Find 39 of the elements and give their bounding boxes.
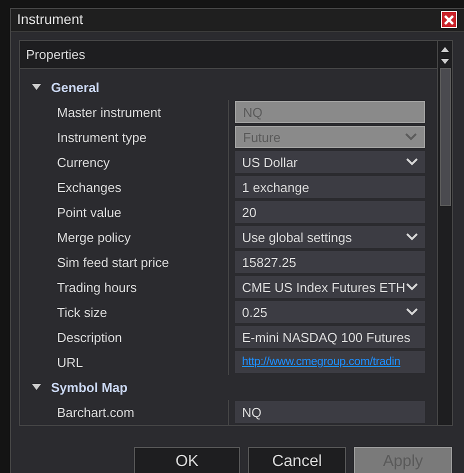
dialog-button[interactable]: Cancel — [248, 447, 346, 473]
property-label: Instrument type — [57, 128, 147, 147]
dropdown-field[interactable]: CME US Index Futures ETH — [235, 276, 425, 298]
property-label: Exchanges — [57, 178, 122, 197]
input-field[interactable]: E-mini NASDAQ 100 Futures — [235, 326, 425, 348]
property-label: Sim feed start price — [57, 254, 169, 272]
input-field[interactable]: NQ — [235, 401, 425, 424]
panel-title: Properties — [26, 46, 86, 64]
property-label: Merge policy — [57, 228, 131, 247]
section-title: Symbol Map — [51, 378, 128, 397]
property-label: Description — [57, 328, 122, 347]
property-label: Barchart.com — [57, 404, 134, 422]
scroll-up-icon[interactable] — [441, 46, 449, 52]
property-label: Trading hours — [57, 278, 137, 297]
dropdown-field[interactable]: US Dollar — [235, 151, 425, 174]
chevron-down-icon — [406, 233, 418, 242]
close-button[interactable] — [441, 11, 457, 28]
dialog-button[interactable]: OK — [134, 447, 240, 473]
chevron-down-icon — [406, 158, 418, 166]
section-title: General — [51, 78, 100, 97]
scroll-down-icon[interactable] — [441, 58, 449, 64]
close-icon — [444, 14, 454, 25]
input-field[interactable]: 15827.25 — [235, 251, 425, 274]
expanded-arrow-icon[interactable] — [32, 384, 41, 390]
chevron-down-icon — [406, 283, 418, 292]
property-label: URL — [57, 354, 84, 372]
property-label: Master instrument — [57, 104, 162, 122]
dropdown-field[interactable]: Use global settings — [235, 226, 425, 248]
expanded-arrow-icon[interactable] — [32, 84, 41, 90]
property-label: Tick size — [57, 304, 108, 322]
input-field[interactable]: 1 exchange — [235, 176, 425, 198]
chevron-down-icon — [405, 133, 417, 142]
property-label: Currency — [57, 154, 110, 172]
chevron-down-icon — [406, 308, 418, 316]
input-field[interactable]: 20 — [235, 201, 425, 224]
dropdown-field[interactable]: 0.25 — [235, 301, 425, 324]
scrollbar-thumb[interactable] — [440, 68, 450, 206]
window-title: Instrument — [17, 10, 84, 30]
property-label: Point value — [57, 204, 122, 222]
